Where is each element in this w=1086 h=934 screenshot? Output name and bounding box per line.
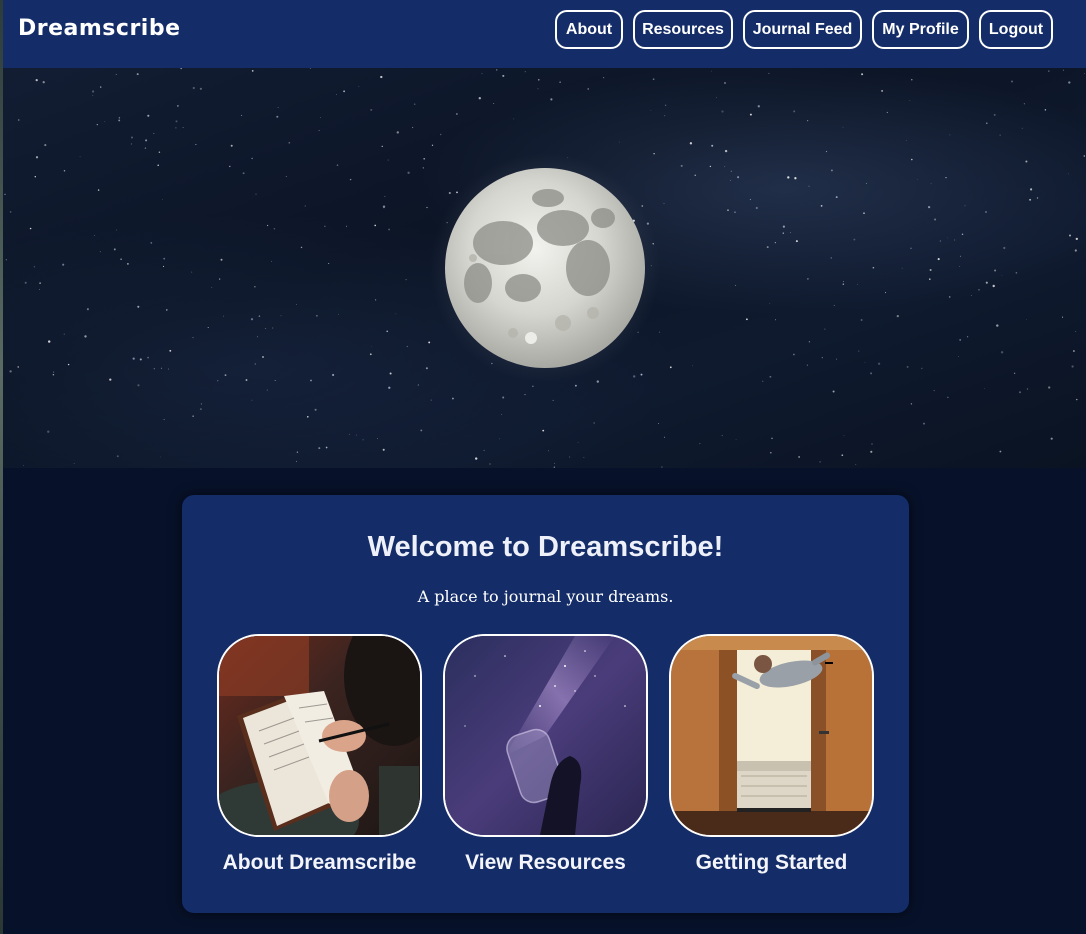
floating-man-image[interactable] [669, 634, 874, 837]
nav-logout-button[interactable]: Logout [979, 10, 1053, 49]
nav-about-button[interactable]: About [555, 10, 623, 49]
about-dreamscribe-link[interactable]: About Dreamscribe [197, 851, 442, 875]
tile-getting-started[interactable]: Getting Started [669, 634, 874, 874]
view-resources-link[interactable]: View Resources [423, 851, 668, 875]
window-edge [0, 0, 3, 934]
journal-writing-image[interactable] [217, 634, 422, 837]
nav-journal-feed-button[interactable]: Journal Feed [743, 10, 862, 49]
getting-started-link[interactable]: Getting Started [649, 851, 894, 875]
welcome-title: Welcome to Dreamscribe! [367, 531, 724, 563]
jar-of-stars-image[interactable] [443, 634, 648, 837]
moon-graphic [430, 153, 660, 383]
tile-about-dreamscribe[interactable]: About Dreamscribe [217, 634, 422, 874]
welcome-subtitle: A place to journal your dreams. [417, 587, 674, 606]
hero-moon-image [3, 68, 1086, 468]
welcome-card: Welcome to Dreamscribe! A place to journ… [182, 495, 909, 913]
nav-my-profile-button[interactable]: My Profile [872, 10, 969, 49]
tile-view-resources[interactable]: View Resources [443, 634, 648, 874]
nav-resources-button[interactable]: Resources [633, 10, 733, 49]
top-navbar: Dreamscribe About Resources Journal Feed… [3, 0, 1086, 68]
brand-logo[interactable]: Dreamscribe [18, 16, 181, 41]
